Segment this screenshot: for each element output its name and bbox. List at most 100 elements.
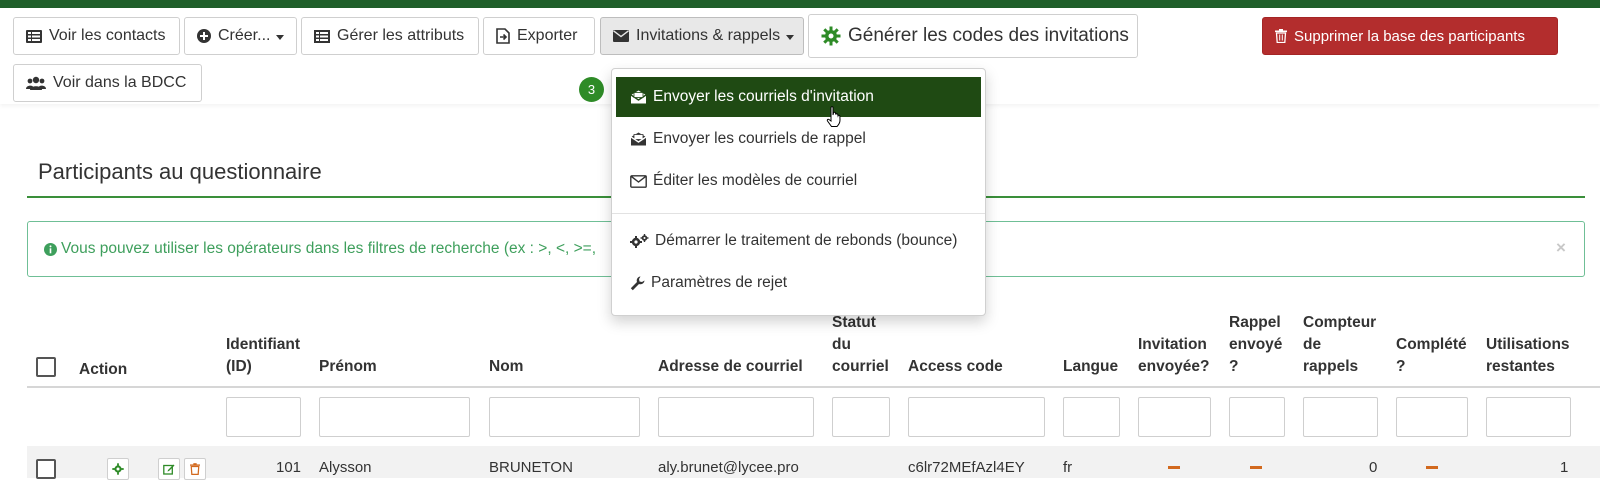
menu-item-start-bounce[interactable]: Démarrer le traitement de rebonds (bounc… bbox=[616, 221, 981, 261]
users-icon bbox=[26, 76, 46, 90]
generate-codes-label: Générer les codes des invitations bbox=[848, 25, 1129, 46]
delete-db-label: Supprimer la base des participants bbox=[1294, 27, 1525, 45]
menu-item-send-invitations[interactable]: Envoyer les courriels d'invitation bbox=[616, 77, 981, 117]
row-edit-button[interactable] bbox=[158, 458, 180, 480]
cell-reminder-count: 0 bbox=[1369, 459, 1378, 476]
filter-input-reminder-sent[interactable] bbox=[1229, 397, 1285, 437]
table-icon bbox=[314, 29, 330, 43]
manage-attributes-button[interactable]: Gérer les attributs bbox=[301, 17, 479, 55]
gear-icon bbox=[821, 26, 841, 46]
info-circle-icon bbox=[44, 242, 57, 256]
view-cpdb-label: Voir dans la BDCC bbox=[53, 74, 187, 91]
trash-icon bbox=[190, 463, 200, 475]
col-header-firstname[interactable]: Prénom bbox=[319, 356, 377, 378]
generate-codes-button[interactable]: Générer les codes des invitations bbox=[808, 14, 1138, 58]
col-header-lastname[interactable]: Nom bbox=[489, 356, 523, 378]
hand-cursor-icon bbox=[826, 106, 842, 133]
envelope-outline-icon bbox=[630, 174, 647, 188]
col-header-email-status-line2: du bbox=[832, 336, 851, 353]
view-contacts-label: Voir les contacts bbox=[49, 27, 166, 44]
filter-input-email-status[interactable] bbox=[832, 397, 890, 437]
table-header-divider bbox=[27, 386, 1600, 388]
cell-email: aly.brunet@lycee.pro bbox=[658, 459, 799, 476]
step-badge: 3 bbox=[579, 77, 604, 102]
create-label: Créer... bbox=[218, 27, 271, 44]
col-header-id-line2: (ID) bbox=[226, 358, 252, 375]
cell-completed-dash bbox=[1426, 466, 1438, 469]
select-all-checkbox[interactable] bbox=[36, 357, 56, 377]
col-header-reminder-count-line1: Compteur bbox=[1303, 314, 1377, 331]
menu-item-label: Envoyer les courriels d'invitation bbox=[653, 88, 874, 105]
menu-divider bbox=[612, 213, 985, 214]
close-icon[interactable]: × bbox=[1556, 238, 1566, 258]
filter-input-email[interactable] bbox=[658, 397, 814, 437]
filter-input-reminder-count[interactable] bbox=[1303, 397, 1378, 437]
filter-input-access-code[interactable] bbox=[908, 397, 1045, 437]
col-header-invitation-line2: envoyée? bbox=[1138, 358, 1210, 375]
menu-item-bounce-settings[interactable]: Paramètres de rejet bbox=[616, 263, 981, 303]
col-header-id[interactable]: Identifiant (ID) bbox=[226, 334, 300, 378]
manage-attributes-label: Gérer les attributs bbox=[337, 27, 465, 44]
chevron-down-icon bbox=[786, 34, 795, 40]
cell-firstname: Alysson bbox=[319, 459, 372, 476]
col-header-reminder-count[interactable]: Compteur de rappels bbox=[1303, 312, 1376, 378]
delete-participants-db-button[interactable]: Supprimer la base des participants bbox=[1262, 17, 1558, 55]
row-delete-button[interactable] bbox=[184, 458, 206, 480]
view-cpdb-button[interactable]: Voir dans la BDCC bbox=[13, 64, 202, 102]
row-settings-button[interactable] bbox=[107, 458, 129, 480]
col-header-email-status[interactable]: Statut du courriel bbox=[832, 312, 889, 378]
col-header-email-status-line3: courriel bbox=[832, 358, 889, 375]
info-alert-text: Vous pouvez utiliser les opérateurs dans… bbox=[61, 240, 597, 257]
col-header-invitation-line1: Invitation bbox=[1138, 336, 1207, 353]
col-header-reminder-line1: Rappel bbox=[1229, 314, 1281, 331]
filter-input-id[interactable] bbox=[226, 397, 301, 437]
filter-input-completed[interactable] bbox=[1396, 397, 1468, 437]
list-icon bbox=[26, 29, 42, 43]
col-header-reminder-sent[interactable]: Rappel envoyé ? bbox=[1229, 312, 1282, 378]
top-brand-bar bbox=[0, 0, 1600, 8]
cell-uses-left: 1 bbox=[1560, 459, 1569, 476]
col-header-reminder-line2: envoyé bbox=[1229, 336, 1283, 353]
filter-input-invitation-sent[interactable] bbox=[1138, 397, 1211, 437]
wrench-icon bbox=[630, 276, 645, 291]
filter-input-lastname[interactable] bbox=[489, 397, 640, 437]
filter-input-language[interactable] bbox=[1063, 397, 1120, 437]
invitations-label: Invitations & rappels bbox=[636, 27, 781, 44]
col-header-reminder-count-line3: rappels bbox=[1303, 358, 1359, 375]
col-header-reminder-count-line2: de bbox=[1303, 336, 1322, 353]
invitations-reminders-dropdown-button[interactable]: Invitations & rappels bbox=[600, 17, 804, 55]
menu-item-send-reminders[interactable]: Envoyer les courriels de rappel bbox=[616, 119, 981, 159]
cell-invitation-sent-dash bbox=[1168, 466, 1180, 469]
panel-title: Participants au questionnaire bbox=[38, 159, 322, 184]
col-header-uses-line1: Utilisations bbox=[1486, 336, 1570, 353]
chevron-down-icon bbox=[276, 34, 285, 40]
col-header-uses-left[interactable]: Utilisations restantes bbox=[1486, 334, 1570, 378]
cell-access-code: c6lr72MEfAzl4EY bbox=[908, 459, 1025, 476]
col-header-uses-line2: restantes bbox=[1486, 358, 1555, 375]
view-contacts-button[interactable]: Voir les contacts bbox=[13, 17, 180, 55]
col-header-completed[interactable]: Complété ? bbox=[1396, 334, 1467, 378]
cogs-icon bbox=[630, 233, 649, 249]
create-dropdown-button[interactable]: Créer... bbox=[184, 17, 297, 55]
cell-id: 101 bbox=[276, 459, 302, 476]
row-select-checkbox[interactable] bbox=[36, 459, 56, 479]
trash-icon bbox=[1275, 29, 1287, 43]
col-header-invitation-sent[interactable]: Invitation envoyée? bbox=[1138, 334, 1210, 378]
col-header-completed-line2: ? bbox=[1396, 358, 1406, 375]
export-button[interactable]: Exporter bbox=[483, 17, 595, 55]
col-header-id-line1: Identifiant bbox=[226, 336, 301, 353]
col-header-language[interactable]: Langue bbox=[1063, 356, 1118, 378]
gear-icon bbox=[112, 463, 124, 475]
col-header-email[interactable]: Adresse de courriel bbox=[658, 356, 803, 378]
filter-input-firstname[interactable] bbox=[319, 397, 470, 437]
menu-item-edit-templates[interactable]: Éditer les modèles de courriel bbox=[616, 161, 981, 201]
menu-item-label: Paramètres de rejet bbox=[651, 274, 788, 291]
col-header-access-code[interactable]: Access code bbox=[908, 356, 1003, 378]
info-alert-text-wrap: Vous pouvez utiliser les opérateurs dans… bbox=[44, 240, 596, 258]
filter-input-uses-left[interactable] bbox=[1486, 397, 1571, 437]
menu-item-label: Démarrer le traitement de rebonds (bounc… bbox=[655, 232, 958, 249]
envelope-open-icon bbox=[630, 90, 647, 104]
col-header-completed-line1: Complété bbox=[1396, 336, 1467, 353]
envelope-reminder-icon bbox=[630, 132, 647, 146]
invitations-dropdown-menu: Envoyer les courriels d'invitation Envoy… bbox=[611, 68, 986, 316]
